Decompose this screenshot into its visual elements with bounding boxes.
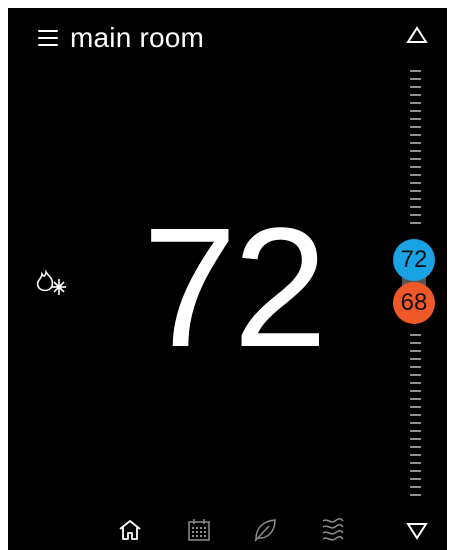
scale-tick [410, 406, 421, 408]
triangle-up-icon [406, 26, 428, 43]
hamburger-menu-icon[interactable] [38, 30, 58, 46]
scale-tick [410, 358, 421, 360]
scale-tick [410, 462, 421, 464]
scale-tick [410, 110, 421, 112]
scale-tick [410, 70, 421, 72]
scale-tick [410, 470, 421, 472]
scale-tick [410, 158, 421, 160]
scale-tick [410, 422, 421, 424]
scale-tick [410, 78, 421, 80]
scale-tick [410, 222, 421, 224]
scale-tick [410, 382, 421, 384]
scale-tick [410, 94, 421, 96]
flame-snowflake-icon [36, 269, 66, 295]
scale-tick [410, 398, 421, 400]
scale-tick [410, 118, 421, 120]
calendar-icon [188, 519, 210, 541]
scale-tick [410, 102, 421, 104]
scale-tick [410, 342, 421, 344]
scale-tick [410, 486, 421, 488]
scale-tick [410, 134, 421, 136]
nav-eco-button[interactable] [248, 513, 282, 547]
scale-tick [410, 414, 421, 416]
heat-setpoint-handle[interactable]: 68 [393, 282, 435, 324]
room-title: main room [70, 22, 205, 53]
scale-tick [410, 446, 421, 448]
scale-tick [410, 350, 421, 352]
scale-tick [410, 206, 421, 208]
wavy-lines-icon [322, 518, 344, 541]
nav-airflow-button[interactable] [316, 513, 350, 547]
bottom-navigation [8, 513, 447, 550]
scale-tick [410, 150, 421, 152]
thermostat-screen: main room 72 72 68 [8, 8, 447, 550]
scale-tick [410, 478, 421, 480]
header: main room [38, 18, 204, 58]
scale-tick [410, 334, 421, 336]
scale-tick [410, 174, 421, 176]
scale-tick [410, 454, 421, 456]
scale-tick [410, 190, 421, 192]
nav-schedule-button[interactable] [182, 513, 216, 547]
scale-tick [410, 390, 421, 392]
scale-tick [410, 142, 421, 144]
nav-home-button[interactable] [113, 513, 147, 547]
temperature-up-button[interactable] [402, 20, 432, 50]
mode-button[interactable] [32, 266, 72, 302]
scale-tick [410, 198, 421, 200]
scale-tick [410, 214, 421, 216]
scale-tick [410, 126, 421, 128]
scale-tick [410, 182, 421, 184]
scale-tick [410, 86, 421, 88]
current-temperature: 72 [142, 193, 327, 383]
home-icon [119, 520, 141, 540]
scale-tick [410, 430, 421, 432]
cool-setpoint-handle[interactable]: 72 [393, 239, 435, 281]
scale-tick [410, 374, 421, 376]
scale-tick [410, 366, 421, 368]
leaf-icon [254, 519, 276, 542]
scale-tick [410, 166, 421, 168]
scale-tick [410, 438, 421, 440]
scale-tick [410, 494, 421, 496]
